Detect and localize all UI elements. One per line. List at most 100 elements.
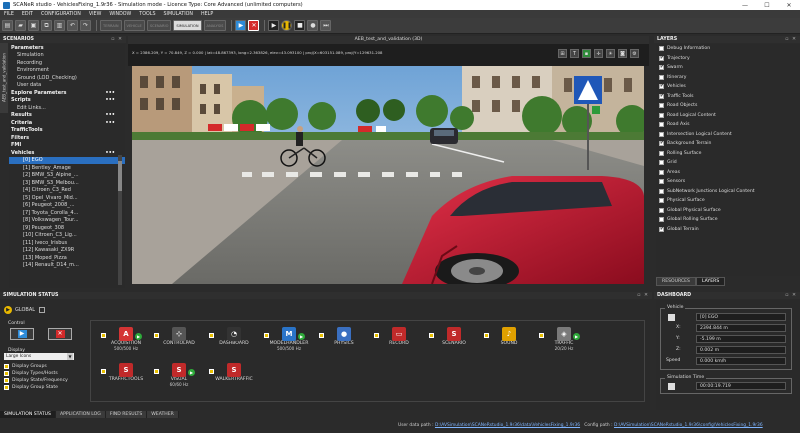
tree-item[interactable]: [13] Moped_Pizza: [9, 254, 125, 262]
menu-file[interactable]: FILE: [0, 12, 18, 17]
light-icon[interactable]: ☀: [606, 49, 615, 58]
module-checkbox[interactable]: [209, 369, 214, 374]
layer-checkbox[interactable]: [659, 74, 664, 80]
layer-item[interactable]: Road Logical Content: [656, 111, 800, 121]
menu-edit[interactable]: EDIT: [18, 12, 37, 17]
module-checkbox[interactable]: [319, 333, 324, 338]
vehicle-field[interactable]: [0] EGO: [696, 313, 786, 321]
control-run-button[interactable]: ▶: [10, 328, 34, 340]
scenario-vertical-tab[interactable]: AEB_test_and_validation: [0, 43, 8, 113]
layer-checkbox[interactable]: [659, 46, 664, 52]
pause-icon[interactable]: ❚❚: [281, 20, 293, 31]
layer-item[interactable]: Sensors: [656, 177, 800, 187]
tree-item[interactable]: Simulation: [9, 52, 125, 60]
text-icon[interactable]: T: [570, 49, 579, 58]
simulation-mode-button[interactable]: SIMULATION: [173, 20, 202, 31]
layer-checkbox[interactable]: [659, 150, 664, 156]
tab-resources[interactable]: RESOURCES: [656, 277, 696, 286]
camera-icon[interactable]: ▪: [582, 49, 591, 58]
layer-checkbox[interactable]: [659, 112, 664, 118]
tree-item[interactable]: Environment: [9, 67, 125, 75]
tree-item[interactable]: FMI: [9, 142, 125, 150]
module-checkbox[interactable]: [154, 333, 159, 338]
target-icon[interactable]: ✛: [594, 49, 603, 58]
play-icon[interactable]: ▶: [268, 20, 280, 31]
layer-checkbox[interactable]: [659, 103, 664, 109]
module-checkbox[interactable]: [101, 369, 106, 374]
display-option[interactable]: Display State/Frequency: [4, 377, 68, 384]
tree-item[interactable]: Scripts •••: [9, 97, 125, 105]
layer-item[interactable]: Itinerary: [656, 73, 800, 83]
module-checkbox[interactable]: [101, 333, 106, 338]
undo-icon[interactable]: ↶: [67, 20, 78, 31]
tree-item[interactable]: Recording: [9, 59, 125, 67]
paste-icon[interactable]: ▥: [54, 20, 65, 31]
more-options-icon[interactable]: •••: [105, 112, 115, 118]
layer-checkbox[interactable]: [659, 169, 664, 175]
layer-item[interactable]: Physical Surface: [656, 196, 800, 206]
display-option[interactable]: Display Groups: [4, 363, 68, 370]
scenario-mode-button[interactable]: SCENARIO: [146, 20, 172, 31]
module-traffic[interactable]: ◈ ▶ TRAFFIC 20/20 Hz: [529, 327, 599, 351]
minimize-icon[interactable]: —: [734, 2, 756, 9]
layer-checkbox[interactable]: [659, 188, 664, 194]
tree-item[interactable]: [7] Toyota_Corolla_4...: [9, 209, 125, 217]
global-options-icon[interactable]: [39, 307, 46, 313]
layer-item[interactable]: Road Objects: [656, 101, 800, 111]
layer-checkbox[interactable]: [659, 65, 664, 71]
global-toggle[interactable]: ▶ GLOBAL: [4, 306, 46, 314]
tree-item[interactable]: User data: [9, 82, 125, 90]
stop-square-icon[interactable]: ■: [294, 20, 306, 31]
maximize-icon[interactable]: ☐: [756, 2, 778, 9]
tree-item[interactable]: Criteria •••: [9, 119, 125, 127]
3d-scene-view[interactable]: [132, 66, 644, 284]
redo-icon[interactable]: ↷: [80, 20, 91, 31]
control-stop-button[interactable]: ✕: [48, 328, 72, 340]
tree-item[interactable]: Edit Links...: [9, 104, 125, 112]
screenshot-icon[interactable]: ◙: [618, 49, 627, 58]
tab-find-results[interactable]: FIND RESULTS: [105, 411, 148, 418]
layer-item[interactable]: Areas: [656, 168, 800, 178]
module-checkbox[interactable]: [209, 333, 214, 338]
layer-item[interactable]: Grid: [656, 158, 800, 168]
layer-checkbox[interactable]: [659, 226, 664, 232]
record-icon[interactable]: ●: [307, 20, 319, 31]
more-options-icon[interactable]: •••: [105, 90, 115, 96]
tree-item[interactable]: [11] Iveco_Irisbus: [9, 239, 125, 247]
layer-item[interactable]: Global Physical Surface: [656, 206, 800, 216]
layer-checkbox[interactable]: [659, 160, 664, 166]
layer-item[interactable]: Background Terrain: [656, 139, 800, 149]
layer-item[interactable]: Trajectory: [656, 54, 800, 64]
tree-item[interactable]: Results •••: [9, 112, 125, 120]
terrain-mode-button[interactable]: TERRAIN: [100, 20, 122, 31]
module-checkbox[interactable]: [374, 333, 379, 338]
tree-item[interactable]: [4] Citroen_C3_Red: [9, 187, 125, 195]
tree-item[interactable]: [2] BMW_S3_Alpine_...: [9, 172, 125, 180]
option-checkbox[interactable]: [4, 378, 9, 383]
display-option[interactable]: Display Group State: [4, 384, 68, 391]
layer-item[interactable]: Global Terrain: [656, 225, 800, 235]
layer-item[interactable]: Traffic Tools: [656, 92, 800, 102]
module-checkbox[interactable]: [539, 333, 544, 338]
menu-simulation[interactable]: SIMULATION: [160, 12, 198, 17]
menu-window[interactable]: WINDOW: [105, 12, 135, 17]
stop-icon[interactable]: ✕: [248, 20, 260, 31]
tree-item[interactable]: [3] BMW_S3_Melbou...: [9, 179, 125, 187]
tree-item[interactable]: [9] Peugeot_308: [9, 224, 125, 232]
more-options-icon[interactable]: •••: [105, 97, 115, 103]
tree-item[interactable]: Filters: [9, 134, 125, 142]
tab-application-log[interactable]: APPLICATION LOG: [55, 411, 106, 418]
vehicle-mode-button[interactable]: VEHICLE: [123, 20, 145, 31]
tree-item[interactable]: Explore Parameters •••: [9, 89, 125, 97]
layer-item[interactable]: Intersection Logical Content: [656, 130, 800, 140]
module-checkbox[interactable]: [154, 369, 159, 374]
layer-item[interactable]: Road Axis: [656, 120, 800, 130]
tree-item[interactable]: [8] Volkswagen_Tour...: [9, 217, 125, 225]
tree-item[interactable]: [5] Opel_Vivaro_Mid...: [9, 194, 125, 202]
tree-item[interactable]: Ground (LOD_Checking): [9, 74, 125, 82]
tree-item[interactable]: Parameters: [9, 44, 125, 52]
more-options-icon[interactable]: •••: [105, 150, 115, 156]
tree-item[interactable]: [6] Peugeot_2008_...: [9, 202, 125, 210]
option-checkbox[interactable]: [4, 364, 9, 369]
menu-view[interactable]: VIEW: [85, 12, 105, 17]
